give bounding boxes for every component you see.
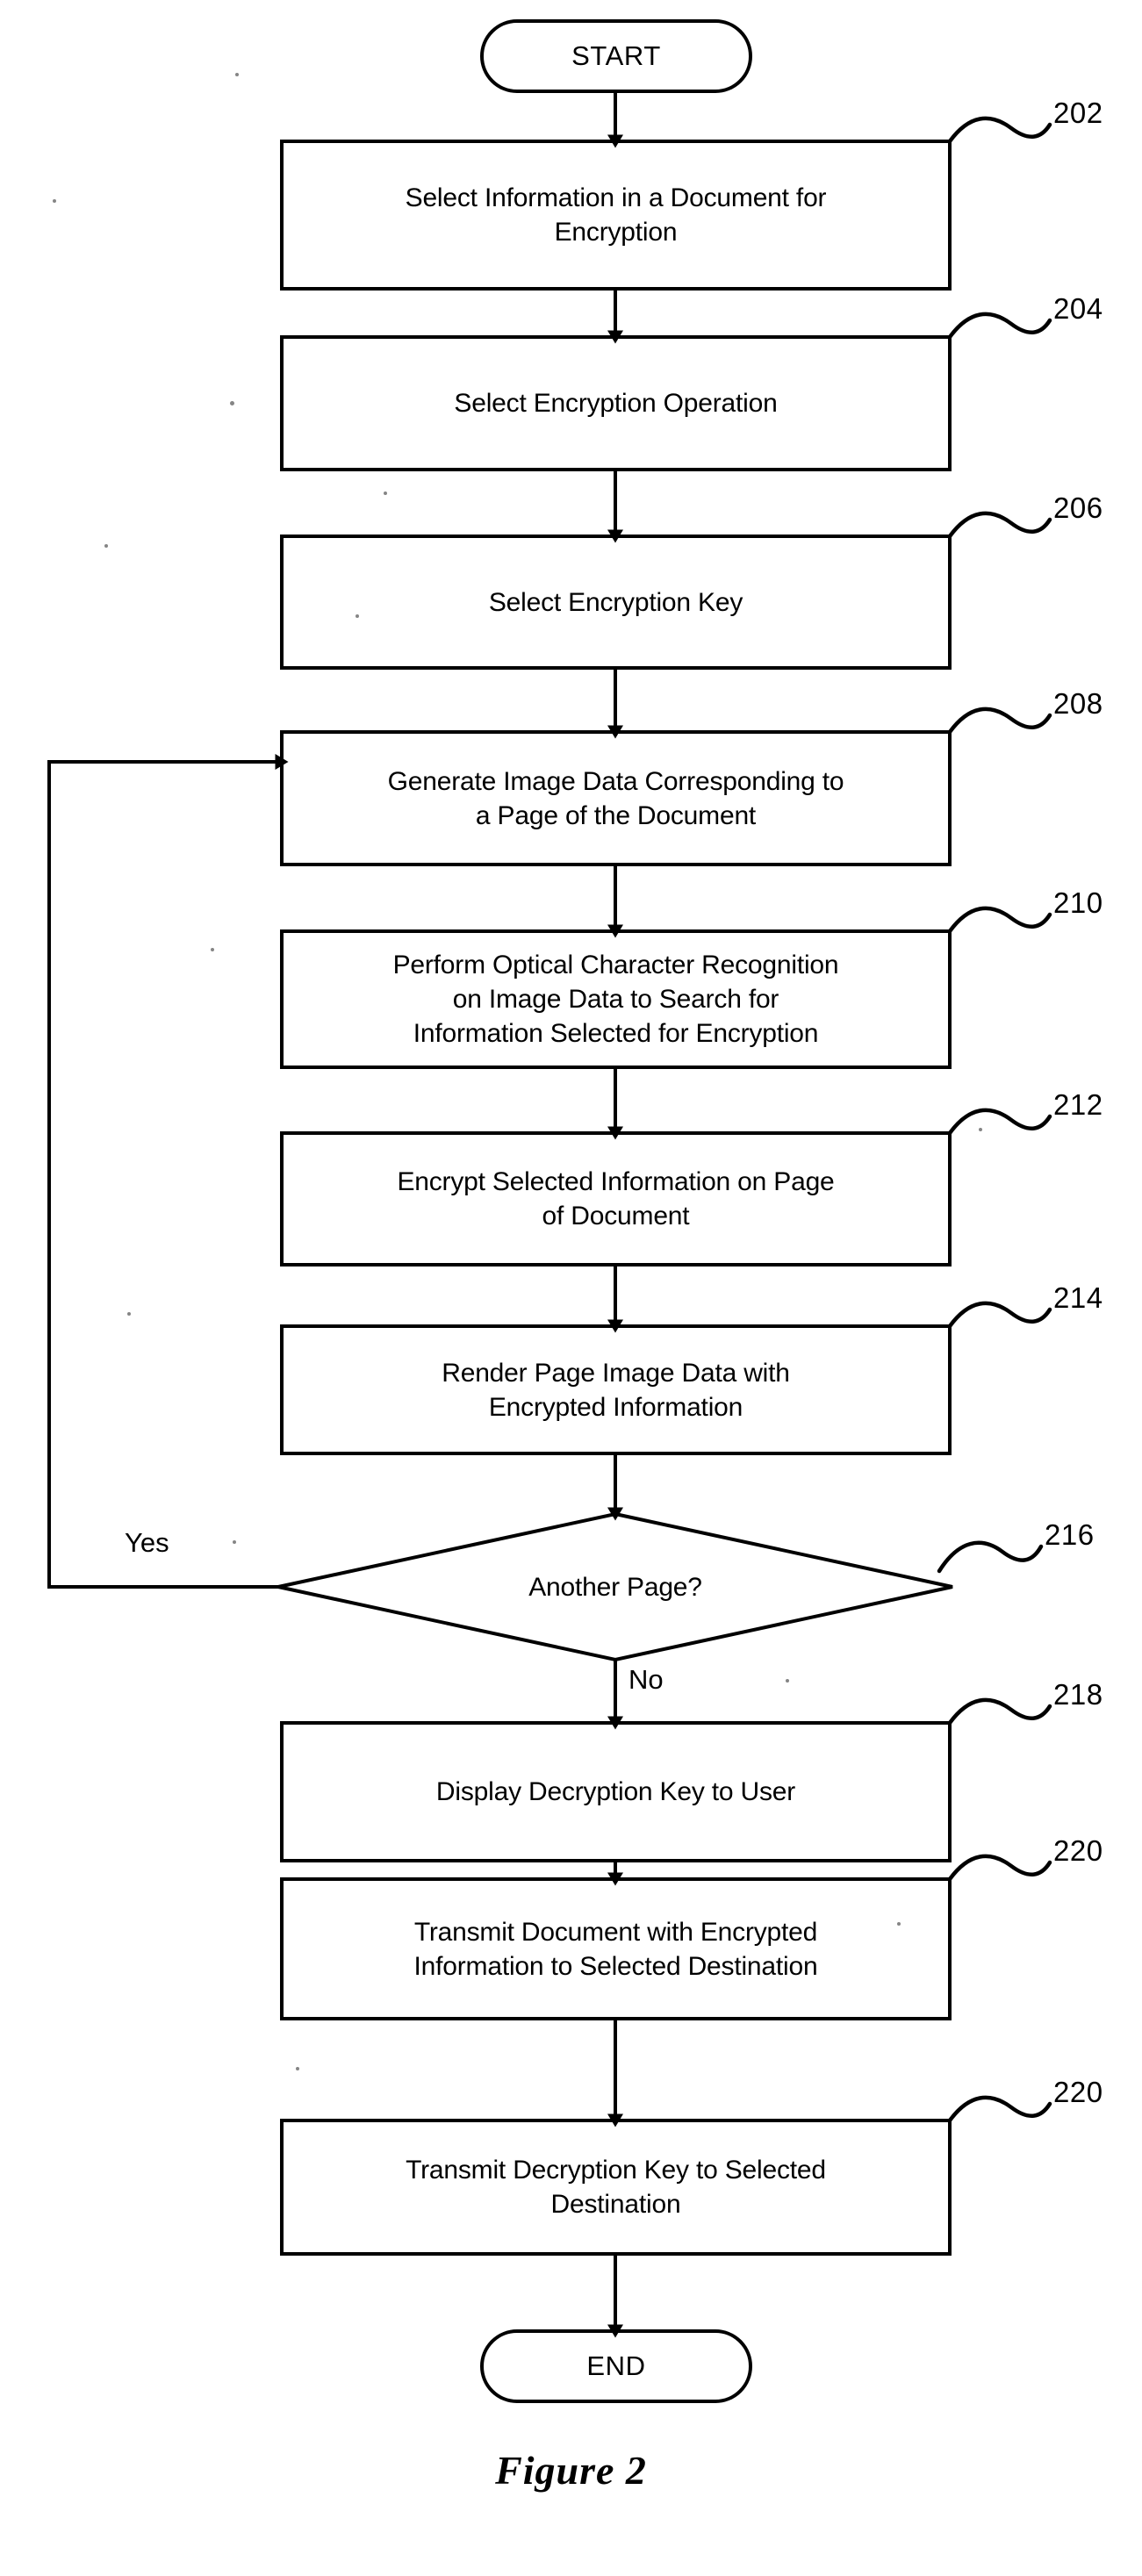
decision-216-label: Another Page? <box>528 1572 702 1602</box>
scan-speckle <box>211 948 214 951</box>
ref-numeral-202: 202 <box>1053 97 1103 129</box>
leader-line-216 <box>937 1540 1044 1574</box>
end-terminator-label: END <box>586 2350 646 2381</box>
ref-numeral-206: 206 <box>1053 492 1103 524</box>
leader-line-206 <box>947 511 1052 539</box>
scan-speckle <box>235 73 239 76</box>
scan-speckle <box>127 1312 131 1316</box>
edge-label-yes: Yes <box>125 1527 169 1558</box>
scan-speckle <box>230 401 234 405</box>
box-204-label: Select Encryption Operation <box>454 389 778 418</box>
patent-figure-sheet: START Select Information in a Document f… <box>0 0 1142 2576</box>
scan-speckle <box>897 1922 901 1926</box>
leader-line-210 <box>947 906 1052 934</box>
scan-speckle <box>384 492 387 495</box>
leader-line-202 <box>947 116 1052 144</box>
box-210-label: Perform Optical Character Recognition on… <box>392 951 839 1048</box>
box-206-label: Select Encryption Key <box>488 587 743 617</box>
box-202-label: Select Information in a Document for Enc… <box>405 183 827 247</box>
ref-numeral-204: 204 <box>1053 292 1103 325</box>
leader-line-220a <box>947 1854 1052 1882</box>
leader-line-204 <box>947 312 1052 340</box>
ref-numeral-210: 210 <box>1053 886 1103 919</box>
scan-speckle <box>979 1128 982 1131</box>
ref-numeral-220b: 220 <box>1053 2076 1103 2108</box>
scan-speckle <box>296 2067 299 2070</box>
ref-numeral-220a: 220 <box>1053 1834 1103 1867</box>
edge-label-no: No <box>628 1664 664 1695</box>
box-220b-label: Transmit Decryption Key to Selected Dest… <box>406 2156 826 2219</box>
connector-yes-loopback <box>47 754 289 1589</box>
ref-numeral-212: 212 <box>1053 1088 1103 1121</box>
box-212-label: Encrypt Selected Information on Page of … <box>397 1167 835 1231</box>
ref-numeral-218: 218 <box>1053 1678 1103 1711</box>
box-218-label: Display Decryption Key to User <box>435 1777 796 1806</box>
box-214-label: Render Page Image Data with Encrypted In… <box>442 1358 790 1422</box>
box-208-label: Generate Image Data Corresponding to a P… <box>387 766 844 830</box>
leader-line-214 <box>947 1301 1052 1329</box>
leader-line-218 <box>947 1697 1052 1726</box>
start-terminator-label: START <box>571 39 661 71</box>
scan-speckle <box>53 199 56 203</box>
leader-line-208 <box>947 707 1052 735</box>
scan-speckle <box>233 1540 236 1544</box>
figure-caption: Figure 2 <box>495 2448 647 2493</box>
ref-numeral-216: 216 <box>1045 1518 1095 1551</box>
box-220a-label: Transmit Document with Encrypted Informa… <box>413 1917 818 1981</box>
leader-line-212 <box>947 1108 1052 1136</box>
scan-speckle <box>786 1679 789 1683</box>
ref-numeral-214: 214 <box>1053 1281 1103 1314</box>
ref-numeral-208: 208 <box>1053 687 1103 720</box>
scan-speckle <box>356 614 359 618</box>
scan-speckle <box>104 544 108 548</box>
leader-line-220b <box>947 2095 1052 2123</box>
